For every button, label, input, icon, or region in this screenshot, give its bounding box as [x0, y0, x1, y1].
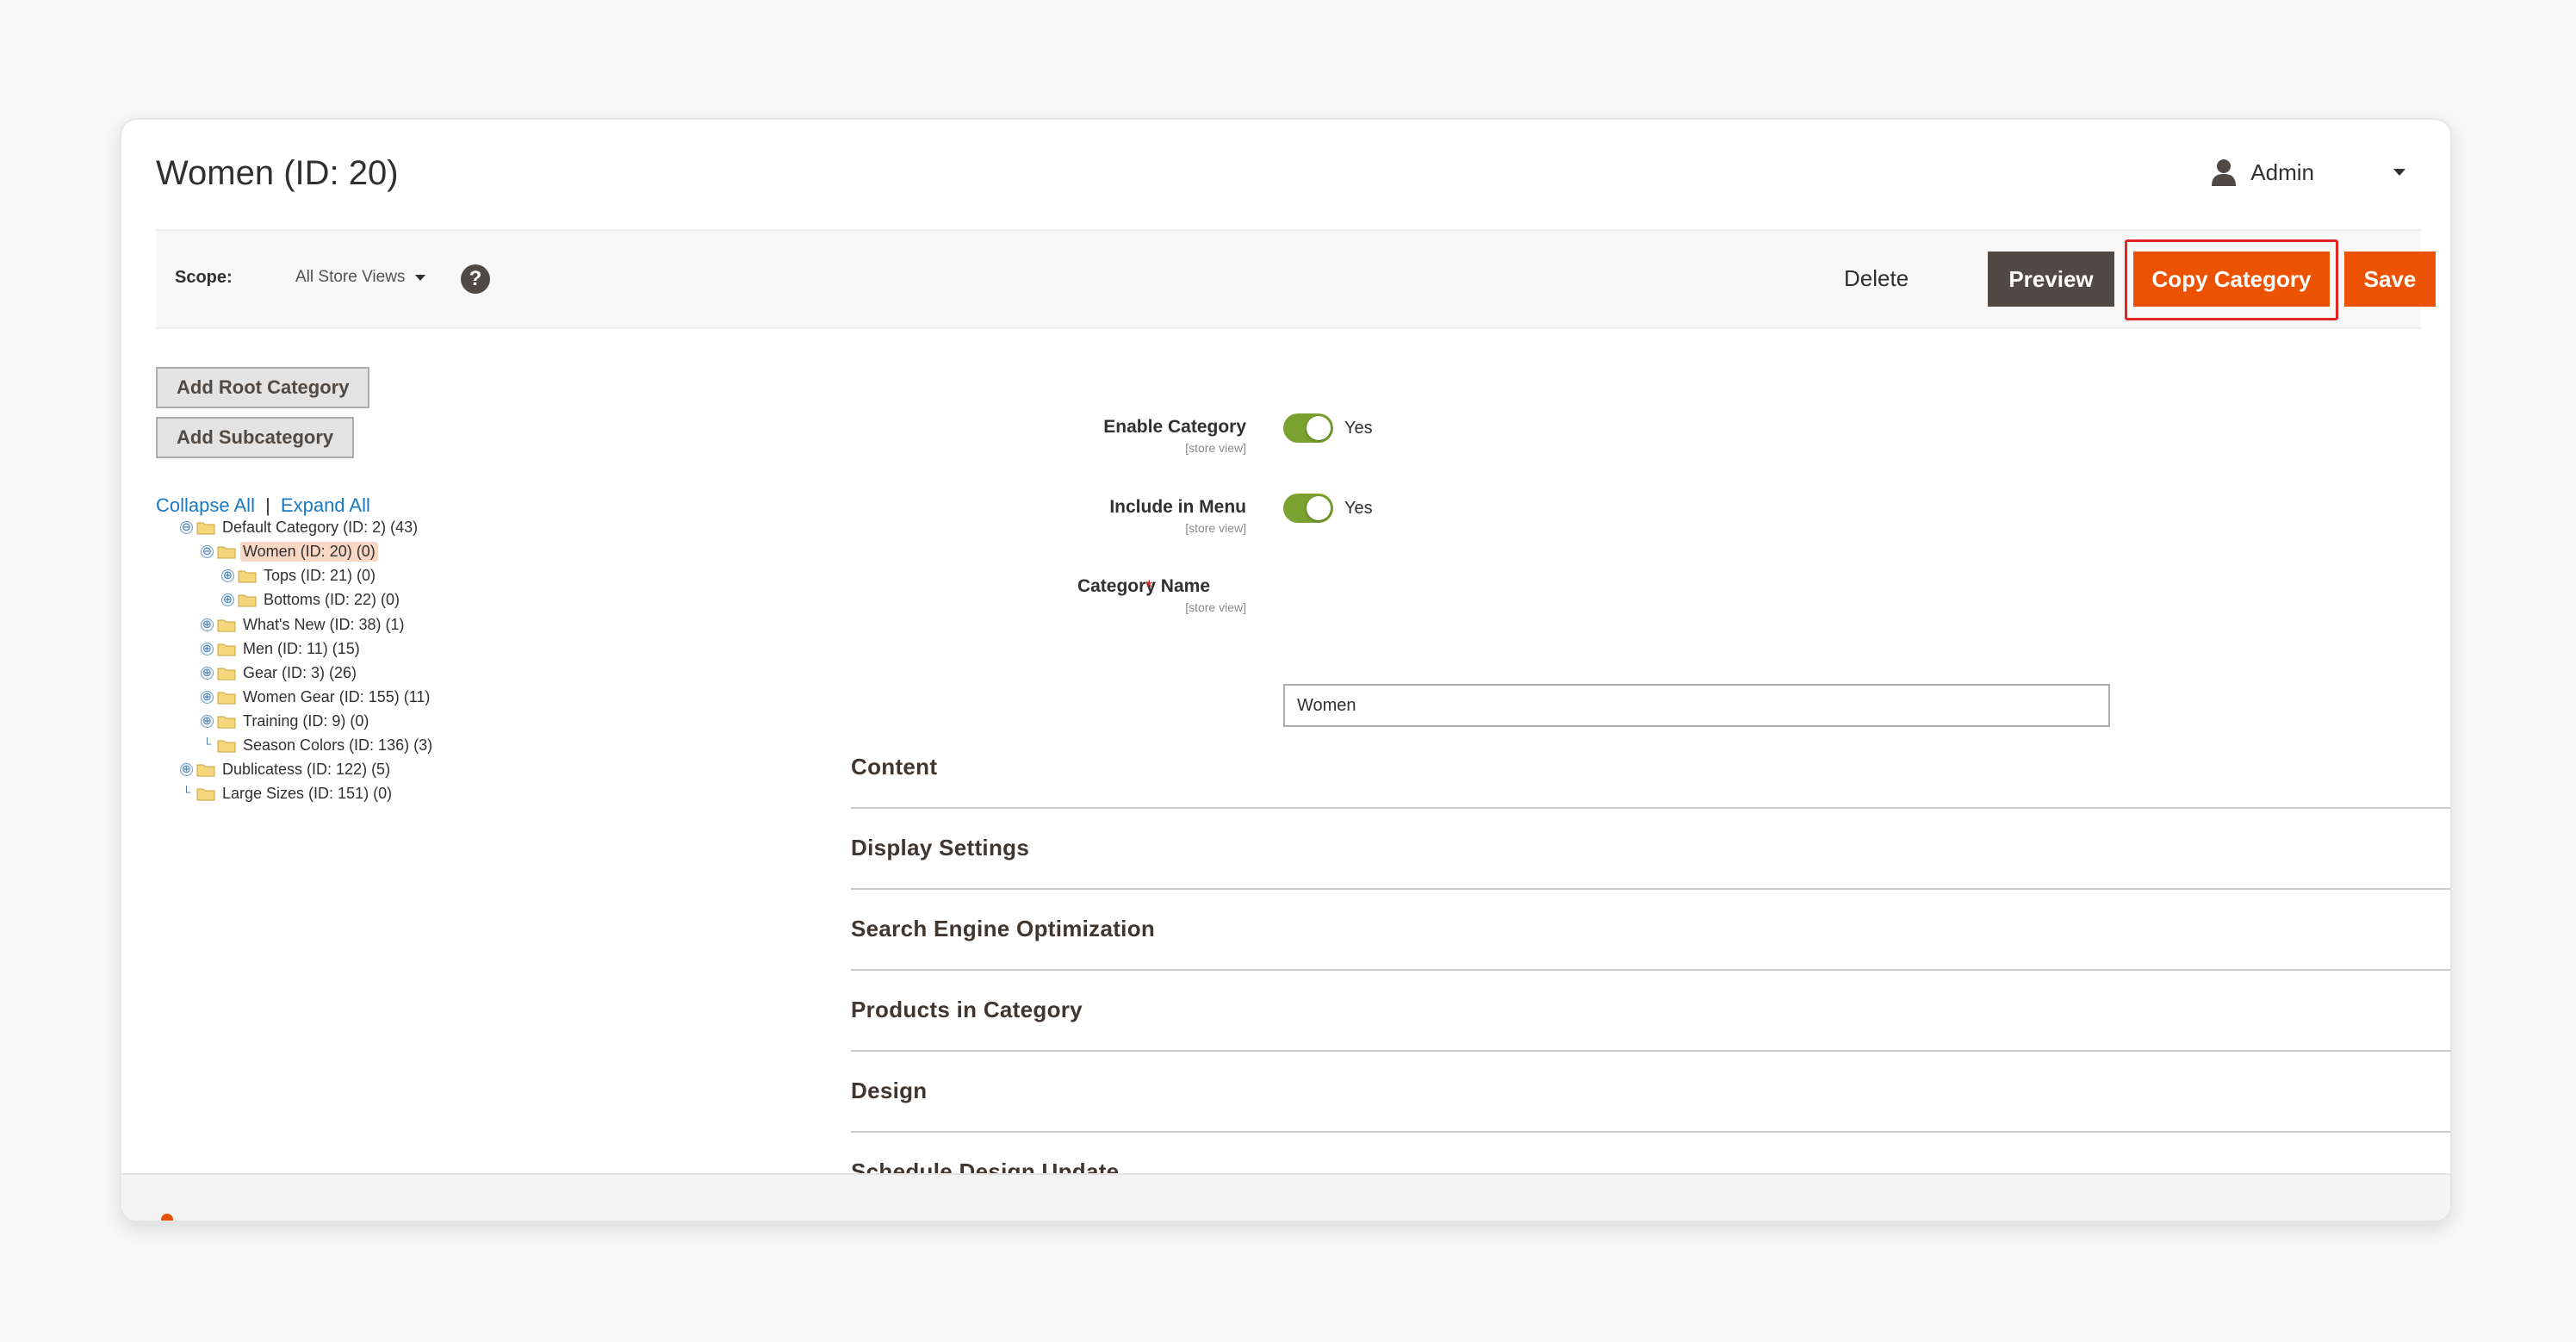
- folder-icon: [217, 740, 236, 752]
- scope-value: All Store Views: [295, 268, 406, 286]
- chevron-down-icon: [415, 274, 426, 281]
- category-name-scope: [store view]: [1185, 600, 1246, 614]
- include-in-menu-scope: [store view]: [1185, 521, 1246, 535]
- folder-icon: [196, 764, 215, 776]
- tree-toggle-links: Collapse All | Expand All: [156, 494, 370, 517]
- logo-icon: [161, 1214, 173, 1221]
- expand-icon[interactable]: ⊕: [201, 666, 214, 680]
- expand-icon[interactable]: ⊕: [201, 618, 214, 631]
- folder-icon: [217, 692, 236, 704]
- link-separator: |: [265, 494, 270, 516]
- page-title: Women (ID: 20): [156, 154, 399, 192]
- section-display-settings[interactable]: Display Settings: [851, 809, 2450, 890]
- tree-line-icon: └: [202, 736, 212, 750]
- user-icon: [2212, 159, 2237, 186]
- tree-node[interactable]: ⊖ Default Category (ID: 2) (43): [180, 516, 420, 538]
- add-root-category-button[interactable]: Add Root Category: [156, 367, 370, 408]
- folder-open-icon: [217, 546, 236, 558]
- toggle-knob: [1307, 496, 1331, 520]
- section-title: Design: [851, 1078, 928, 1103]
- expand-icon[interactable]: ⊕: [221, 593, 234, 606]
- enable-category-toggle[interactable]: [1283, 413, 1333, 443]
- tree-node-label: Women Gear (ID: 155) (11): [243, 687, 431, 705]
- tree-node[interactable]: ⊕ Women Gear (ID: 155) (11): [201, 686, 432, 708]
- save-button[interactable]: Save: [2344, 252, 2436, 307]
- tree-node[interactable]: ⊕ What's New (ID: 38) (1): [201, 613, 407, 636]
- copy-category-button[interactable]: Copy Category: [2133, 252, 2330, 307]
- expand-icon[interactable]: ⊕: [180, 762, 193, 776]
- tree-node-label: Default Category (ID: 2) (43): [222, 518, 419, 536]
- tree-node[interactable]: ⊕ Dublicatess (ID: 122) (5): [180, 758, 393, 780]
- tree-node-label: Season Colors (ID: 136) (3): [243, 736, 433, 754]
- page-footer: [121, 1173, 2450, 1221]
- expand-icon[interactable]: ⊕: [201, 714, 214, 728]
- admin-username: Admin: [2250, 158, 2314, 185]
- tree-node-label: Bottoms (ID: 22) (0): [264, 590, 400, 608]
- include-in-menu-value: Yes: [1344, 499, 1373, 518]
- section-design[interactable]: Design: [851, 1052, 2450, 1133]
- required-marker: *: [1145, 576, 1153, 598]
- toggle-knob: [1307, 416, 1331, 440]
- tree-line-icon: └: [182, 785, 191, 798]
- tree-node[interactable]: ⊕ Men (ID: 11) (15): [201, 637, 363, 660]
- tree-node[interactable]: ⊕ Gear (ID: 3) (26): [201, 662, 359, 684]
- folder-icon: [196, 522, 215, 534]
- tree-node-label: Training (ID: 9) (0): [243, 711, 369, 730]
- preview-button[interactable]: Preview: [1988, 252, 2114, 307]
- tree-node-selected[interactable]: ⊖ Women (ID: 20) (0): [201, 540, 378, 562]
- folder-icon: [196, 788, 215, 800]
- folder-icon: [217, 643, 236, 655]
- expand-icon[interactable]: ⊖: [201, 544, 214, 558]
- tree-node[interactable]: ⊕ Bottoms (ID: 22) (0): [221, 588, 402, 611]
- include-in-menu-toggle[interactable]: [1283, 494, 1333, 523]
- page-actions-bar: Scope: All Store Views ? Delete Preview …: [156, 229, 2436, 329]
- tree-node[interactable]: └ Season Colors (ID: 136) (3): [201, 734, 435, 756]
- folder-icon: [238, 570, 257, 582]
- expand-icon[interactable]: ⊖: [180, 520, 193, 534]
- tree-node-label: Women (ID: 20) (0): [240, 541, 378, 562]
- admin-user-menu[interactable]: Admin: [2211, 151, 2405, 194]
- section-seo[interactable]: Search Engine Optimization: [851, 890, 2450, 971]
- expand-icon[interactable]: ⊕: [221, 568, 234, 582]
- tree-node-label: Large Sizes (ID: 151) (0): [222, 784, 393, 802]
- folder-icon: [217, 619, 236, 631]
- tree-node[interactable]: ⊕ Tops (ID: 21) (0): [221, 564, 378, 587]
- tree-node[interactable]: ⊕ Training (ID: 9) (0): [201, 710, 371, 732]
- scope-switcher[interactable]: All Store Views: [295, 268, 426, 287]
- expand-icon[interactable]: ⊕: [201, 690, 214, 704]
- enable-category-label: Enable Category: [1103, 417, 1246, 437]
- section-title: Content: [851, 754, 938, 780]
- folder-icon: [217, 668, 236, 680]
- folder-icon: [238, 594, 257, 606]
- tree-node-label: What's New (ID: 38) (1): [243, 615, 405, 633]
- folder-icon: [217, 716, 236, 728]
- expand-all-link[interactable]: Expand All: [281, 494, 370, 516]
- section-title: Display Settings: [851, 835, 1030, 860]
- tree-node-label: Gear (ID: 3) (26): [243, 663, 357, 681]
- category-edit-panel: Women (ID: 20) Admin Scope: All Store Vi…: [120, 118, 2452, 1222]
- tree-node-label: Tops (ID: 21) (0): [264, 566, 376, 584]
- section-products-in-category[interactable]: Products in Category: [851, 971, 2450, 1052]
- chevron-down-icon: [2393, 169, 2405, 176]
- enable-category-value: Yes: [1344, 419, 1373, 438]
- enable-category-scope: [store view]: [1185, 441, 1246, 455]
- add-subcategory-button[interactable]: Add Subcategory: [156, 417, 355, 458]
- tree-node-label: Men (ID: 11) (15): [243, 639, 360, 657]
- section-content[interactable]: Content: [851, 728, 2450, 809]
- expand-icon[interactable]: ⊕: [201, 642, 214, 655]
- delete-button[interactable]: Delete: [1844, 265, 1909, 292]
- scope-label: Scope:: [175, 268, 233, 287]
- tree-node-label: Dublicatess (ID: 122) (5): [222, 760, 391, 778]
- tree-node[interactable]: └ Large Sizes (ID: 151) (0): [180, 782, 394, 805]
- include-in-menu-label: Include in Menu: [1109, 497, 1246, 517]
- help-icon[interactable]: ?: [461, 264, 490, 294]
- category-name-input[interactable]: [1283, 684, 2110, 727]
- category-name-label: Category Name: [1077, 576, 1210, 596]
- section-title: Products in Category: [851, 997, 1083, 1022]
- section-title: Search Engine Optimization: [851, 916, 1156, 941]
- collapse-all-link[interactable]: Collapse All: [156, 494, 255, 516]
